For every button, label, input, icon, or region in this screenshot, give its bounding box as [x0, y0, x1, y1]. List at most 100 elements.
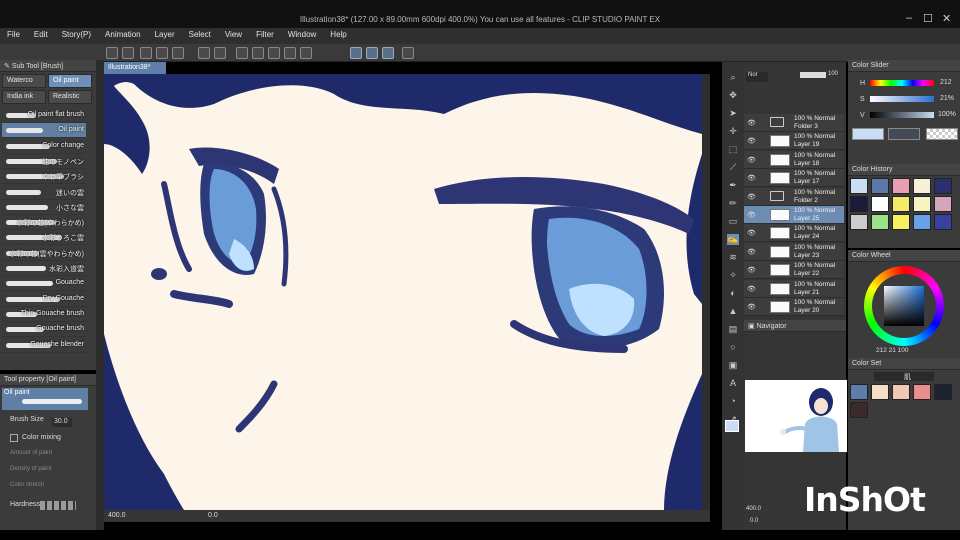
redo-icon[interactable]: [214, 47, 226, 59]
history-swatch[interactable]: [934, 196, 952, 212]
layer-row[interactable]: 👁 100 % Normal Layer 17: [744, 169, 844, 188]
layer-folder-row[interactable]: 👁 100 % Normal Folder 2: [744, 187, 844, 206]
undo-icon[interactable]: [198, 47, 210, 59]
value-slider[interactable]: [870, 112, 934, 118]
transform-icon[interactable]: [236, 47, 248, 59]
balloon-tool-icon[interactable]: ◔: [727, 396, 739, 407]
menu-filter[interactable]: Filter: [249, 28, 281, 44]
brush-item[interactable]: Color change: [2, 139, 86, 154]
history-swatch[interactable]: [850, 214, 868, 230]
navigator-preview[interactable]: [745, 380, 847, 452]
opacity-slider[interactable]: [800, 72, 826, 78]
history-swatch[interactable]: [913, 178, 931, 194]
menu-help[interactable]: Help: [323, 28, 353, 44]
color-mixing-checkbox[interactable]: [10, 434, 18, 442]
brush-item[interactable]: やわ筆ブラシ: [2, 169, 86, 185]
layer-row[interactable]: 👁 100 % Normal Layer 21: [744, 279, 844, 298]
visibility-eye-icon[interactable]: 👁: [747, 266, 756, 274]
menu-layer[interactable]: Layer: [148, 28, 182, 44]
visibility-eye-icon[interactable]: 👁: [747, 174, 756, 182]
open-file-icon[interactable]: [122, 47, 134, 59]
gradient-tool-icon[interactable]: ▤: [727, 324, 739, 335]
brush-tool-icon[interactable]: ✍: [727, 234, 739, 245]
history-swatch[interactable]: [892, 196, 910, 212]
status-rotate[interactable]: 0.0: [208, 512, 218, 519]
sub-color-preview[interactable]: [888, 128, 920, 140]
status-zoom[interactable]: 400.0: [108, 512, 126, 519]
blend-tool-icon[interactable]: ◐: [727, 288, 739, 299]
left-scrollbar[interactable]: [96, 60, 104, 530]
brush-item[interactable]: 油のモノペン: [2, 154, 86, 169]
menu-edit[interactable]: Edit: [27, 28, 55, 44]
decoration-tool-icon[interactable]: ✧: [727, 270, 739, 281]
menu-window[interactable]: Window: [281, 28, 323, 44]
canvas-tab[interactable]: Illustration38*: [104, 62, 166, 74]
brush-item[interactable]: 水彩入道雲: [2, 261, 86, 276]
minimize-button[interactable]: –: [906, 12, 912, 24]
brush-item[interactable]: 水彩の芯(雲やわらかめ): [2, 246, 86, 261]
saturation-value[interactable]: 21%: [940, 95, 954, 102]
brush-item[interactable]: 水彩うろこ雲: [2, 230, 86, 246]
history-swatch[interactable]: [850, 196, 868, 212]
tab-oil-paint[interactable]: Oil paint: [48, 74, 92, 88]
hue-slider[interactable]: [870, 80, 934, 86]
color-set-swatch[interactable]: [913, 384, 931, 400]
brush-item[interactable]: Gouache brush: [2, 322, 86, 338]
history-swatch[interactable]: [934, 214, 952, 230]
maximize-button[interactable]: ☐: [923, 12, 933, 25]
menu-select[interactable]: Select: [182, 28, 218, 44]
airbrush-tool-icon[interactable]: ≋: [727, 252, 739, 263]
brush-preset-preview[interactable]: Oil paint: [2, 388, 88, 410]
layer-row[interactable]: 👁 100 % Normal Layer 23: [744, 242, 844, 261]
visibility-eye-icon[interactable]: 👁: [747, 229, 756, 237]
menu-view[interactable]: View: [218, 28, 249, 44]
layer-row[interactable]: 👁 100 % Normal Layer 22: [744, 261, 844, 280]
layer-row[interactable]: 👁 100 % Normal Layer 18: [744, 150, 844, 169]
brush-item[interactable]: Gouache blender: [2, 338, 86, 353]
color-set-swatch[interactable]: [850, 402, 868, 418]
visibility-eye-icon[interactable]: 👁: [747, 193, 756, 201]
zoom-tool-icon[interactable]: ⌕: [727, 72, 739, 83]
drawing-canvas[interactable]: [104, 74, 702, 510]
brush-item[interactable]: 水彩の芯(やわらかめ): [2, 215, 86, 231]
print-icon[interactable]: [172, 47, 184, 59]
color-set-select[interactable]: 肌: [874, 372, 934, 381]
layer-row[interactable]: 👁 100 % Normal Layer 20: [744, 298, 844, 316]
snap-grid-icon[interactable]: [382, 47, 394, 59]
brush-item[interactable]: 迷いの雲: [2, 185, 86, 200]
hue-value[interactable]: 212: [940, 79, 952, 86]
brush-item[interactable]: Thin Gouache brush: [2, 307, 86, 322]
snap-special-ruler-icon[interactable]: [366, 47, 378, 59]
brush-item[interactable]: Gouache: [2, 276, 86, 292]
history-swatch[interactable]: [913, 214, 931, 230]
navigator-zoom[interactable]: 400.0: [746, 506, 761, 512]
save-icon[interactable]: [140, 47, 152, 59]
layer-row[interactable]: 👁 100 % Normal Layer 24: [744, 224, 844, 243]
color-set-swatch[interactable]: [871, 384, 889, 400]
visibility-eye-icon[interactable]: 👁: [747, 137, 756, 145]
visibility-eye-icon[interactable]: 👁: [747, 156, 756, 164]
layer-row[interactable]: 👁 100 % Normal Layer 25: [744, 206, 844, 224]
opacity-value[interactable]: 100: [828, 71, 838, 77]
navigator-rotate[interactable]: 0.0: [750, 518, 758, 524]
selection-tool-icon[interactable]: ⬚: [727, 144, 739, 155]
history-swatch[interactable]: [913, 196, 931, 212]
perspective-icon[interactable]: [402, 47, 414, 59]
hue-ring[interactable]: [864, 266, 944, 346]
tab-realistic[interactable]: Realistic: [48, 90, 92, 104]
visibility-eye-icon[interactable]: 👁: [747, 248, 756, 256]
pencil-tool-icon[interactable]: ✏: [727, 198, 739, 209]
blend-mode-select[interactable]: Nor: [746, 72, 768, 82]
eyedropper-icon[interactable]: ⟋: [727, 162, 739, 173]
menu-file[interactable]: File: [0, 28, 27, 44]
layer-settings-icon[interactable]: [284, 47, 296, 59]
menu-animation[interactable]: Animation: [98, 28, 148, 44]
pen-tool-icon[interactable]: ✒: [727, 180, 739, 191]
close-button[interactable]: ✕: [942, 12, 951, 25]
move-tool-icon[interactable]: ✥: [727, 90, 739, 101]
frame-tool-icon[interactable]: ▣: [727, 360, 739, 371]
select-all-icon[interactable]: [300, 47, 312, 59]
brush-item[interactable]: Oil paint flat brush: [2, 108, 86, 123]
brush-item[interactable]: Dry Gouache: [2, 292, 86, 307]
color-set-swatch[interactable]: [892, 384, 910, 400]
